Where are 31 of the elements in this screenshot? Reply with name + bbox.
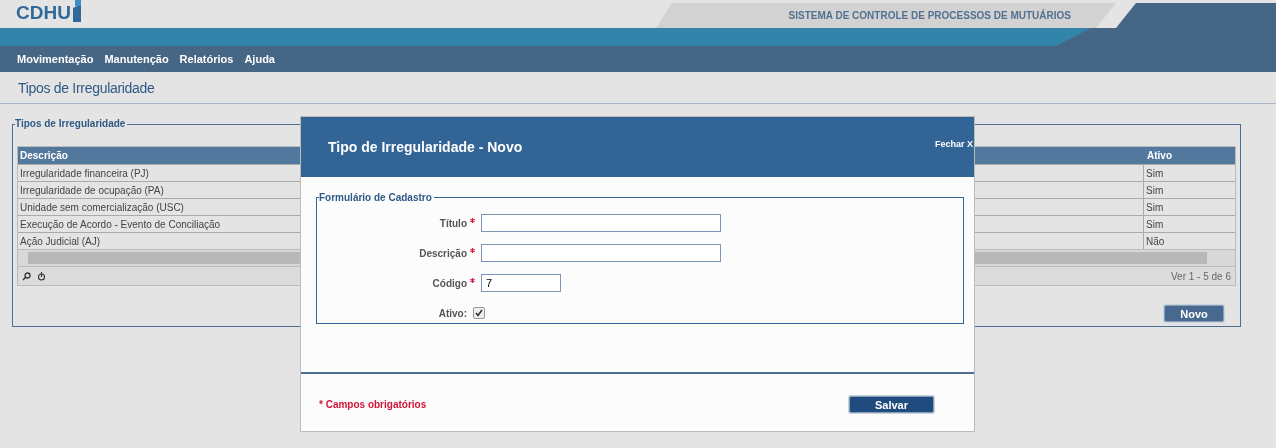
field-label: Descrição bbox=[418, 247, 468, 259]
column-header[interactable]: Ativo bbox=[1143, 147, 1235, 164]
form-legend: Formulário de Cadastro bbox=[319, 192, 434, 203]
close-link[interactable]: Fechar X bbox=[934, 139, 973, 149]
table-cell: Não bbox=[1143, 232, 1235, 249]
code-field[interactable]: 7 bbox=[481, 274, 561, 292]
field-label: Título bbox=[438, 217, 468, 229]
required-note: * Campos obrigatórios bbox=[319, 399, 427, 410]
panel-legend: Tipos de Irregularidade bbox=[15, 118, 128, 129]
table-cell: Sim bbox=[1143, 215, 1235, 232]
new-button[interactable]: Novo bbox=[1164, 305, 1224, 322]
field-label: Ativo: bbox=[437, 307, 468, 319]
text-field[interactable] bbox=[481, 244, 721, 262]
logo-text: CDHU bbox=[16, 1, 71, 25]
search-icon[interactable] bbox=[22, 271, 31, 281]
menu-item[interactable]: Relatórios bbox=[179, 53, 234, 65]
page-title: Tipos de Irregularidade bbox=[18, 79, 155, 96]
pager-text: Ver 1 - 5 de 6 bbox=[1170, 270, 1231, 282]
text-field[interactable] bbox=[481, 214, 721, 232]
field-label: Código bbox=[431, 277, 468, 289]
logo-mark-icon bbox=[72, 0, 81, 22]
table-cell: Sim bbox=[1143, 181, 1235, 198]
save-button[interactable]: Salvar bbox=[849, 396, 934, 413]
menu-item[interactable]: Ajuda bbox=[244, 53, 275, 65]
menu-item[interactable]: Movimentação bbox=[17, 53, 94, 65]
table-cell: Sim bbox=[1143, 164, 1235, 181]
table-cell: Sim bbox=[1143, 198, 1235, 215]
system-title: SISTEMA DE CONTROLE DE PROCESSOS DE MUTUÁRIOS bbox=[656, 3, 1116, 28]
menu-item[interactable]: Manutenção bbox=[104, 53, 169, 65]
checkbox[interactable] bbox=[473, 307, 485, 319]
modal-title: Tipo de Irregularidade - Novo bbox=[328, 139, 523, 155]
